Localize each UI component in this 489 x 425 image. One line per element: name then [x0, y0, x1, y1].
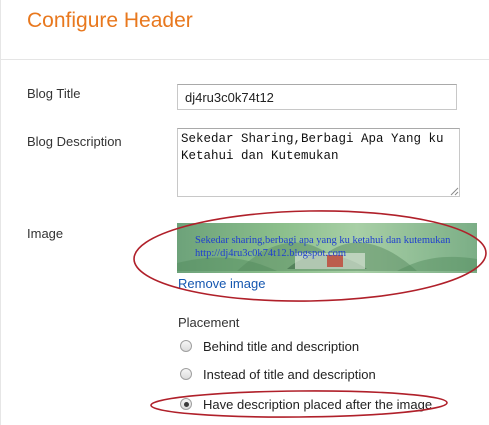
blog-description-label: Blog Description: [27, 134, 122, 149]
blog-description-textarea[interactable]: Sekedar Sharing,Berbagi Apa Yang ku Keta…: [177, 128, 460, 197]
radio-after-label: Have description placed after the image: [203, 396, 433, 412]
image-label: Image: [27, 226, 64, 241]
placement-option-behind[interactable]: Behind title and description: [180, 338, 359, 354]
blog-title-label: Blog Title: [27, 86, 81, 101]
title-divider: [1, 59, 489, 60]
placement-option-instead[interactable]: Instead of title and description: [180, 366, 376, 382]
radio-behind[interactable]: [180, 340, 192, 352]
radio-after[interactable]: [180, 398, 192, 410]
radio-instead-label: Instead of title and description: [203, 366, 376, 382]
remove-image-link[interactable]: Remove image: [178, 276, 265, 291]
header-image-url-text: http://dj4ru3c0k74t12.blogspot.com: [195, 248, 347, 259]
placement-label: Placement: [178, 315, 240, 330]
blog-title-input[interactable]: [177, 84, 457, 110]
header-image-text: Sekedar sharing,berbagi apa yang ku keta…: [195, 235, 451, 246]
resize-grip-icon[interactable]: [450, 187, 459, 196]
annotation-overlay: [133, 210, 487, 418]
page-title: Configure Header: [27, 9, 193, 32]
header-image-preview: Sekedar sharing,berbagi apa yang ku keta…: [177, 223, 477, 273]
radio-behind-label: Behind title and description: [203, 338, 360, 354]
radio-instead[interactable]: [180, 368, 192, 380]
configure-header-panel: Configure Header Blog Title Blog Descrip…: [0, 0, 489, 425]
placement-option-after[interactable]: Have description placed after the image: [180, 396, 432, 412]
